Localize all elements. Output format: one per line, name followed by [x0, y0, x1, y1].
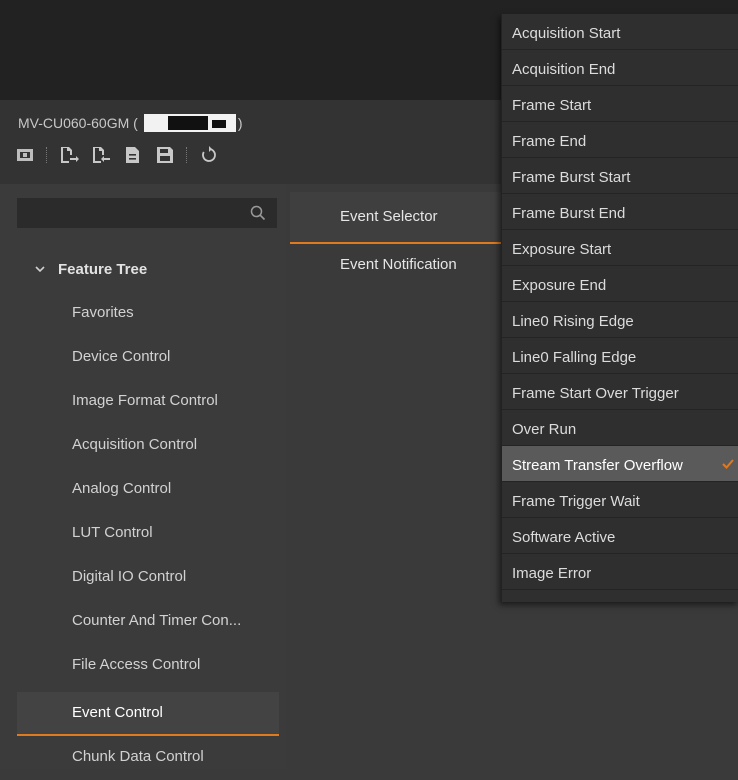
- device-title: MV-CU060-60GM ( ): [18, 114, 242, 132]
- tree-item-label: Event Control: [72, 704, 163, 721]
- dropdown-option[interactable]: Software Active: [502, 518, 738, 554]
- option-label: Software Active: [512, 529, 616, 546]
- tree-item-file-access-control[interactable]: File Access Control: [0, 644, 286, 688]
- dropdown-option[interactable]: Frame Start: [502, 86, 738, 122]
- tree-item-label: File Access Control: [72, 656, 201, 673]
- option-label: Frame Start: [512, 97, 592, 114]
- option-label: Acquisition Start: [512, 25, 621, 42]
- option-label: Image Error: [512, 565, 592, 582]
- dropdown-option[interactable]: Image Error: [502, 554, 738, 590]
- tree-root-label: Feature Tree: [58, 261, 148, 278]
- option-label: Frame Burst End: [512, 205, 626, 222]
- tree-item-device-control[interactable]: Device Control: [0, 336, 286, 380]
- search-icon[interactable]: [250, 205, 266, 221]
- feature-sidebar: Feature Tree Favorites Device Control Im…: [0, 184, 286, 769]
- tree-item-image-format-control[interactable]: Image Format Control: [0, 380, 286, 424]
- option-label: Frame Burst Start: [512, 169, 631, 186]
- dropdown-option[interactable]: Acquisition Start: [502, 14, 738, 50]
- tree-item-label: LUT Control: [72, 524, 153, 541]
- tree-item-label: Analog Control: [72, 480, 172, 497]
- tree-item-label: Device Control: [72, 348, 171, 365]
- search-box: [17, 198, 277, 228]
- event-selector-dropdown[interactable]: Acquisition Start Acquisition End Frame …: [501, 14, 738, 602]
- document-icon[interactable]: [122, 144, 144, 166]
- dropdown-option[interactable]: Frame Start Over Trigger: [502, 374, 738, 410]
- dropdown-option[interactable]: Frame Burst End: [502, 194, 738, 230]
- tree-item-event-control[interactable]: Event Control: [17, 692, 279, 736]
- toolbar-separator: [46, 147, 48, 163]
- tree-item-lut-control[interactable]: LUT Control: [0, 512, 286, 556]
- option-label: Stream Transfer Overflow: [512, 457, 683, 474]
- tree-item-favorites[interactable]: Favorites: [0, 292, 286, 336]
- save-icon[interactable]: [154, 144, 176, 166]
- serial-redacted: [143, 114, 236, 132]
- dropdown-option[interactable]: Exposure End: [502, 266, 738, 302]
- option-label: Frame Trigger Wait: [512, 493, 640, 510]
- option-label: Frame End: [512, 133, 587, 150]
- tree-item-chunk-data-control[interactable]: Chunk Data Control: [0, 736, 286, 780]
- device-title-close: ): [237, 115, 243, 131]
- import-icon[interactable]: [58, 144, 80, 166]
- tree-item-counter-timer-control[interactable]: Counter And Timer Con...: [0, 600, 286, 644]
- property-label: Event Notification: [340, 256, 457, 273]
- search-input[interactable]: [18, 199, 254, 227]
- chevron-down-icon[interactable]: [34, 262, 46, 274]
- tree-item-label: Image Format Control: [72, 392, 218, 409]
- tree-item-label: Acquisition Control: [72, 436, 198, 453]
- toolbar-separator: [186, 147, 188, 163]
- toolbar: [14, 144, 220, 166]
- device-model-label: MV-CU060-60GM (: [18, 115, 138, 131]
- dropdown-option[interactable]: Line0 Rising Edge: [502, 302, 738, 338]
- property-event-notification[interactable]: Event Notification: [290, 240, 504, 292]
- option-label: Frame Start Over Trigger: [512, 385, 679, 402]
- property-label: Event Selector: [340, 208, 438, 225]
- option-label: Acquisition End: [512, 61, 616, 78]
- dropdown-option[interactable]: Frame End: [502, 122, 738, 158]
- chip-icon[interactable]: [14, 144, 36, 166]
- tree-root-feature-tree[interactable]: Feature Tree: [0, 248, 286, 292]
- option-label: Line0 Rising Edge: [512, 313, 634, 330]
- dropdown-option[interactable]: Exposure Start: [502, 230, 738, 266]
- dropdown-option[interactable]: Over Run: [502, 410, 738, 446]
- tree-item-label: Chunk Data Control: [72, 748, 204, 765]
- refresh-icon[interactable]: [198, 144, 220, 166]
- tree-item-label: Digital IO Control: [72, 568, 187, 585]
- tree-item-acquisition-control[interactable]: Acquisition Control: [0, 424, 286, 468]
- option-label: Line0 Falling Edge: [512, 349, 637, 366]
- check-icon: [721, 457, 735, 471]
- option-label: Over Run: [512, 421, 577, 438]
- dropdown-option[interactable]: Frame Trigger Wait: [502, 482, 738, 518]
- tree-item-label: Counter And Timer Con...: [72, 612, 242, 629]
- dropdown-option[interactable]: Line0 Falling Edge: [502, 338, 738, 374]
- option-label: Exposure End: [512, 277, 607, 294]
- export-icon[interactable]: [90, 144, 112, 166]
- property-event-selector[interactable]: Event Selector: [290, 192, 504, 244]
- tree-item-analog-control[interactable]: Analog Control: [0, 468, 286, 512]
- dropdown-option[interactable]: Acquisition End: [502, 50, 738, 86]
- tree-item-label: Favorites: [72, 304, 134, 321]
- dropdown-option-selected[interactable]: Stream Transfer Overflow: [502, 446, 738, 482]
- dropdown-option[interactable]: Frame Burst Start: [502, 158, 738, 194]
- tree-item-digital-io-control[interactable]: Digital IO Control: [0, 556, 286, 600]
- option-label: Exposure Start: [512, 241, 612, 258]
